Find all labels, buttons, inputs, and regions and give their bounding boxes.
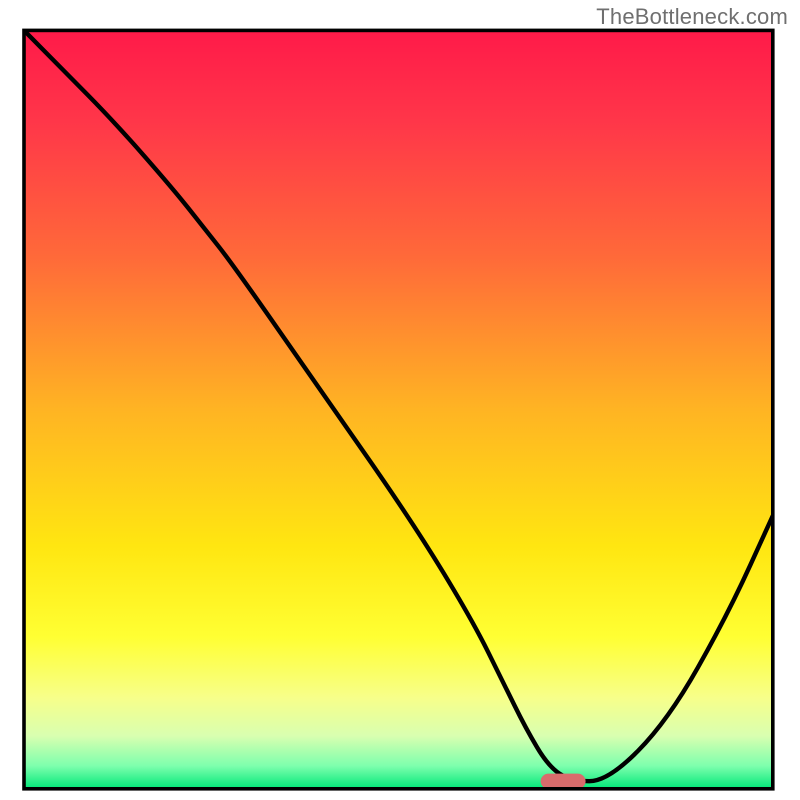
optimal-marker <box>541 774 586 789</box>
bottleneck-chart <box>0 0 800 800</box>
